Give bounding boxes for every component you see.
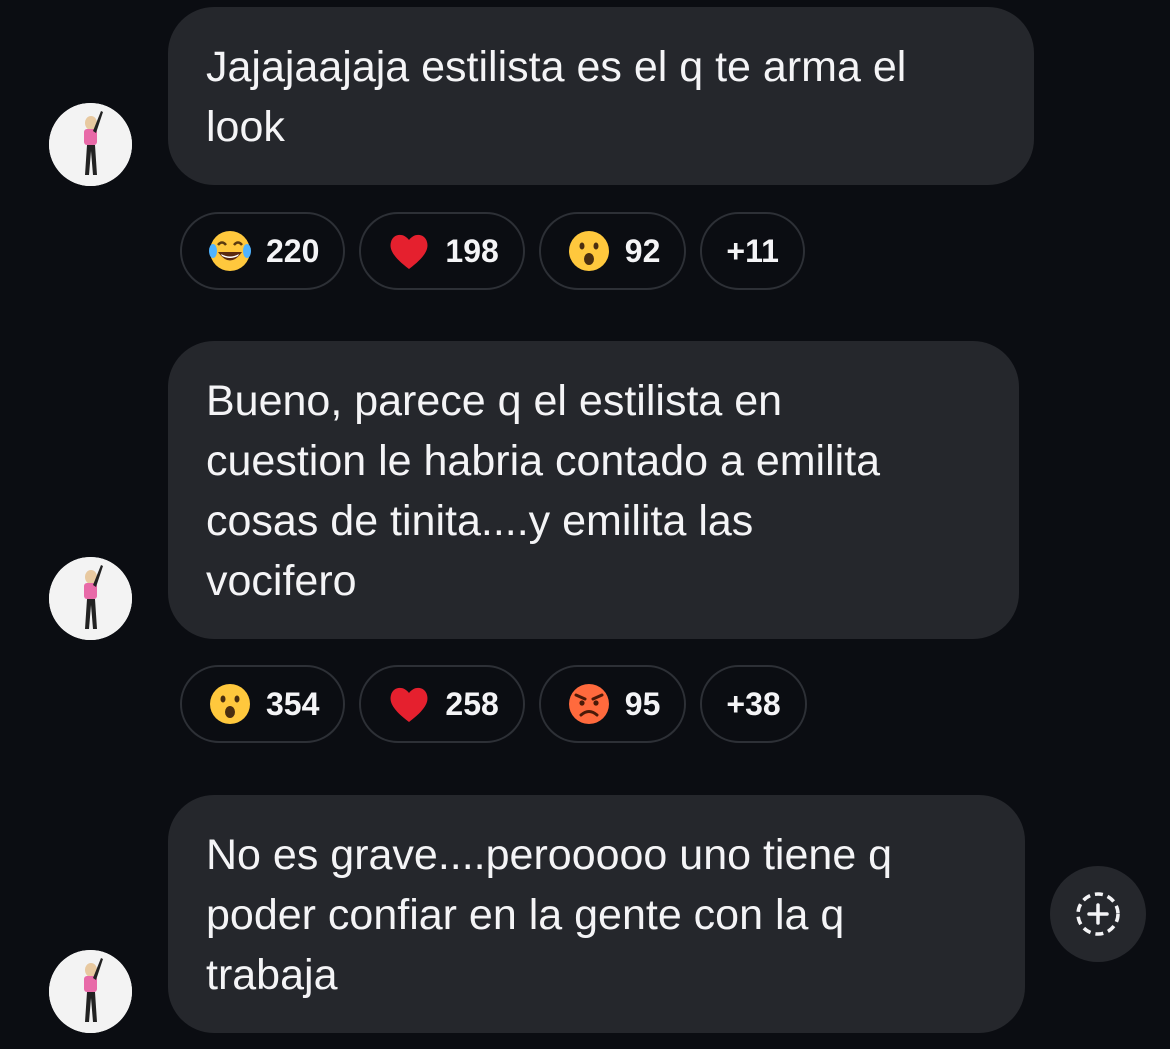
message-bubble[interactable]: Bueno, parece q el estilista en cuestion… [168,341,1019,639]
red-heart-emoji-icon [387,229,431,273]
reaction-bar: 220 198 92 +11 [180,212,805,292]
avatar-image [49,557,132,640]
message-bubble[interactable]: Jajajaajaja estilista es el q te arma el… [168,7,1034,185]
reaction-angry[interactable]: 95 [538,665,687,743]
message-bubble[interactable]: No es grave....perooooo uno tiene q pode… [168,795,1025,1033]
avatar[interactable] [49,557,132,640]
reaction-count: 220 [266,232,320,269]
add-reaction-button[interactable] [1050,866,1146,962]
reaction-surprised[interactable]: 92 [538,212,687,290]
more-reactions-button[interactable]: +11 [700,212,805,290]
reaction-heart[interactable]: 198 [359,212,525,290]
avatar-image [49,950,132,1033]
reaction-laughing[interactable]: 220 [180,212,346,290]
more-reactions-count: +11 [726,232,779,269]
more-reactions-button[interactable]: +38 [700,665,807,743]
reaction-surprised[interactable]: 354 [180,665,346,743]
surprised-face-emoji-icon [208,682,252,726]
reaction-heart[interactable]: 258 [359,665,525,743]
avatar-image [49,103,132,186]
reaction-bar: 354 258 95 +38 [180,665,807,745]
surprised-face-emoji-icon [567,229,611,273]
angry-face-emoji-icon [567,682,611,726]
more-reactions-count: +38 [726,685,781,722]
reaction-count: 92 [624,232,661,269]
reaction-count: 95 [624,685,661,722]
laughing-tears-emoji-icon [208,229,252,273]
avatar[interactable] [49,103,132,186]
add-reaction-icon [1076,892,1120,936]
reaction-count: 354 [266,685,320,722]
reaction-count: 258 [445,685,499,722]
avatar[interactable] [49,950,132,1033]
red-heart-emoji-icon [387,682,431,726]
reaction-count: 198 [445,232,499,269]
